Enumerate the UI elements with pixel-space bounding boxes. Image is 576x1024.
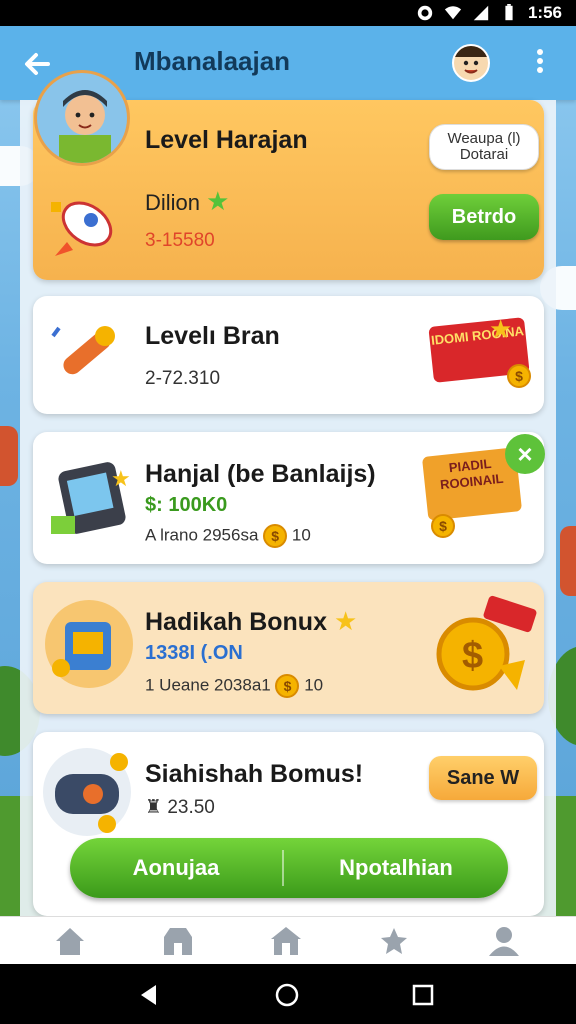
reward-card-hanjal[interactable]: Hanjal (be Banlaijs) $: 100K0 A lrano 29…	[33, 432, 545, 564]
card-title: Level Harajan	[145, 126, 308, 154]
card-value: 2-72.310	[145, 368, 221, 389]
house-icon[interactable]	[268, 925, 304, 957]
treasure-chest-icon	[45, 600, 133, 688]
svg-text:★: ★	[111, 466, 131, 491]
status-time: 1:56	[527, 3, 562, 22]
star-icon: ★	[206, 186, 230, 216]
card-meta-text: A lrano 2956sa	[145, 525, 259, 545]
card-value-text: 23.50	[167, 797, 215, 818]
card-title: Hanjal (be Banlaijs)	[145, 460, 376, 488]
phone-icon: ★	[51, 462, 131, 534]
star-icon: ★	[489, 314, 513, 344]
card-highlight: 1338I (.ON	[145, 642, 243, 664]
face-icon	[454, 46, 488, 74]
back-triangle-icon[interactable]	[136, 982, 162, 1008]
home-circle-icon[interactable]	[274, 982, 300, 1008]
info-button[interactable]: Weaupa (l) Dotarai	[429, 124, 539, 170]
signal-icon	[473, 5, 489, 21]
reward-card-hadikah-bonus[interactable]: Hadikah Bonux ★ 1338I (.ON 1 Ueane 2038a…	[33, 582, 544, 714]
card-value: 3-15580	[145, 230, 215, 251]
card-value: ♜ 23.50	[145, 796, 215, 819]
store-icon[interactable]	[160, 925, 196, 957]
card-title: Levelı Bran	[145, 322, 280, 350]
home-icon[interactable]	[52, 925, 88, 957]
trophy-icon[interactable]	[376, 925, 412, 957]
card-title-text: Hadikah Bonux	[145, 608, 327, 636]
action-bar: Aonujaa Npotalhian	[70, 838, 508, 898]
card-meta-suffix: 10	[304, 675, 324, 695]
recents-square-icon[interactable]	[410, 982, 436, 1008]
left-action-button[interactable]: Aonujaa	[70, 838, 282, 898]
bottom-nav	[0, 916, 576, 964]
player-avatar	[34, 70, 130, 166]
gold-coin-icon: $	[436, 595, 537, 691]
game-controller-icon	[43, 748, 131, 836]
coin-icon: $	[275, 674, 300, 698]
right-action-button[interactable]: Npotalhian	[284, 838, 508, 898]
coin-icon: $	[507, 364, 531, 388]
system-nav-bar	[0, 964, 576, 1024]
reward-card-level-bran[interactable]: Levelı Bran 2-72.310 IDOMI ROOINA ★ $	[33, 296, 544, 414]
card-meta: 1 Ueane 2038a1 $ 10	[145, 674, 323, 698]
coin-icon: $	[431, 514, 455, 538]
card-subtitle: Dilion ★	[145, 186, 229, 217]
svg-text:$: $	[462, 635, 483, 677]
back-button[interactable]	[18, 44, 58, 84]
card-subtitle-text: Dilion	[145, 190, 201, 215]
profile-icon[interactable]	[486, 925, 522, 957]
save-button[interactable]: Sane W	[429, 756, 537, 800]
trophy-icon: ♜	[145, 797, 163, 818]
claim-button[interactable]: Betrdo	[429, 194, 539, 240]
arrow-left-icon	[25, 53, 50, 75]
sync-icon	[417, 5, 433, 21]
page-title: Mbanalaajan	[134, 46, 291, 76]
rocket-icon	[51, 201, 113, 256]
coin-icon: $	[263, 524, 288, 548]
card-meta: A lrano 2956sa $ 10	[145, 524, 311, 548]
star-icon: ★	[333, 606, 358, 636]
microphone-icon	[51, 326, 115, 375]
card-meta-suffix: 10	[291, 525, 311, 545]
card-title: Hadikah Bonux ★	[145, 606, 357, 637]
more-options-button[interactable]	[528, 46, 552, 82]
card-highlight: $: 100K0	[145, 494, 228, 516]
card-title: Siahishah Bomus!	[145, 760, 364, 788]
close-icon[interactable]: ×	[505, 434, 545, 474]
avatar[interactable]	[452, 44, 490, 82]
battery-icon	[505, 4, 513, 21]
wifi-icon	[444, 6, 462, 20]
status-bar: 1:56	[0, 0, 576, 26]
card-meta-text: 1 Ueane 2038a1	[145, 675, 271, 695]
